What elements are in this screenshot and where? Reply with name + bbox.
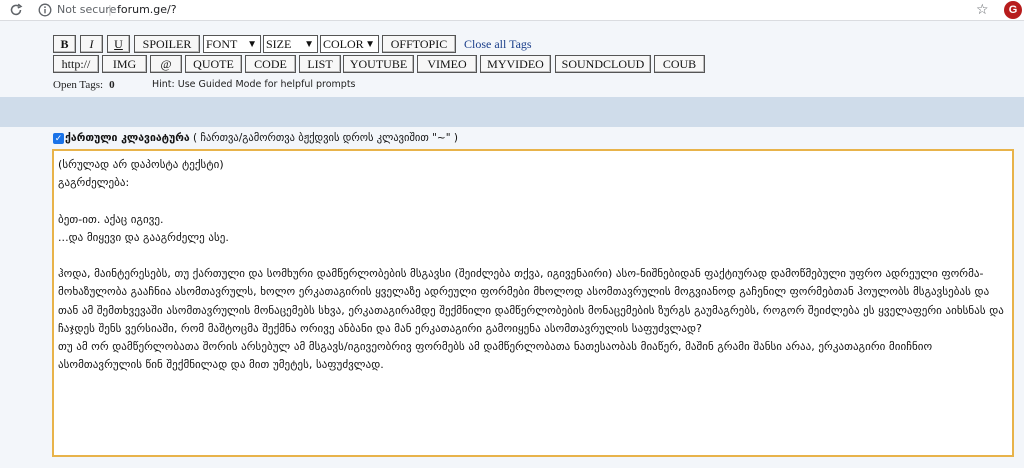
message-textarea[interactable]: (სრულად არ დაპოსტა ტექსტი) გაგრძელება: ბ… <box>52 149 1014 457</box>
close-all-tags-link[interactable]: Close all Tags <box>464 37 532 52</box>
font-select-value: FONT <box>206 36 238 51</box>
code-tag-button[interactable]: CODE <box>245 55 296 73</box>
spoiler-button[interactable]: SPOILER <box>134 35 200 53</box>
size-select[interactable]: SIZE ▼ <box>263 35 318 53</box>
georgian-keyboard-checkbox[interactable]: ✓ <box>53 133 64 144</box>
offtopic-button[interactable]: OFFTOPIC <box>382 35 456 53</box>
open-tags-status: Open Tags: 0 <box>53 79 115 91</box>
chevron-down-icon: ▼ <box>247 39 257 50</box>
address-bar[interactable]: forum.ge/? <box>117 3 177 16</box>
browser-toolbar: Not secure | forum.ge/? ☆ G <box>0 0 1024 21</box>
list-tag-button[interactable]: LIST <box>299 55 341 73</box>
keyboard-note: ( ჩართვა/გამორთვა ბჟქდვის დროს კლავიშით … <box>189 132 458 144</box>
info-icon[interactable] <box>38 3 52 17</box>
underline-button[interactable]: U <box>107 35 130 53</box>
open-tags-count: 0 <box>109 79 115 91</box>
chevron-down-icon: ▼ <box>304 39 314 50</box>
size-select-value: SIZE <box>266 36 292 51</box>
hint-text: Hint: Use Guided Mode for helpful prompt… <box>152 79 356 90</box>
coub-tag-button[interactable]: COUB <box>654 55 705 73</box>
bold-button[interactable]: B <box>53 35 76 53</box>
url-tag-button[interactable]: http:// <box>53 55 99 73</box>
soundcloud-tag-button[interactable]: SOUNDCLOUD <box>555 55 651 73</box>
quote-tag-button[interactable]: QUOTE <box>185 55 242 73</box>
img-tag-button[interactable]: IMG <box>102 55 147 73</box>
email-tag-button[interactable]: @ <box>150 55 182 73</box>
section-divider-bar <box>0 97 1024 127</box>
color-select-value: COLOR <box>323 36 364 51</box>
profile-avatar[interactable]: G <box>1004 1 1022 19</box>
myvideo-tag-button[interactable]: MYVIDEO <box>480 55 551 73</box>
youtube-tag-button[interactable]: YOUTUBE <box>343 55 414 73</box>
bookmark-star-icon[interactable]: ☆ <box>976 2 989 18</box>
reload-icon[interactable] <box>9 3 23 17</box>
left-margin <box>0 21 47 468</box>
italic-button[interactable]: I <box>80 35 103 53</box>
open-tags-label: Open Tags: <box>53 79 104 91</box>
keyboard-title: ქართული კლავიატურა <box>65 132 190 144</box>
vimeo-tag-button[interactable]: VIMEO <box>417 55 477 73</box>
chevron-down-icon: ▼ <box>365 39 375 50</box>
georgian-keyboard-label: ქართული კლავიატურა ( ჩართვა/გამორთვა ბჟქ… <box>65 132 458 144</box>
url-separator: | <box>108 3 112 16</box>
font-select[interactable]: FONT ▼ <box>203 35 261 53</box>
color-select[interactable]: COLOR ▼ <box>320 35 379 53</box>
